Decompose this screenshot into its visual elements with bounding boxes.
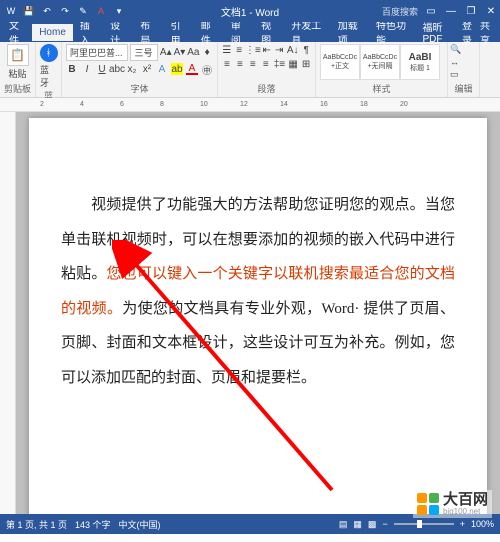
replace-button[interactable]: ↔ [450,57,477,67]
menu-home[interactable]: Home [32,24,73,41]
highlight-icon[interactable]: ab [171,63,183,75]
editing-group-label: 编辑 [450,82,477,95]
watermark: 大百网 big100.net [413,490,492,518]
underline-button[interactable]: U [96,63,108,75]
ruler-horizontal[interactable]: 2 4 6 8 10 12 14 16 18 20 [0,98,500,112]
title-bar: W 💾 ↶ ↷ ✎ A ▾ 文档1 - Word 百度搜索 ▭ — ❐ ✕ [0,0,500,22]
sort-icon[interactable]: A↓ [287,44,299,56]
style-heading1[interactable]: AaBI 标题 1 [400,44,440,80]
paste-icon[interactable]: 📋 [7,44,29,66]
styles-group-label: 样式 [320,82,443,95]
clipboard-group-label: 剪贴板 [4,82,31,95]
status-words[interactable]: 143 个字 [75,518,111,531]
clear-format-icon[interactable]: ♦ [201,47,213,59]
qa-redo[interactable]: ↷ [58,4,72,18]
view-read-icon[interactable]: ▤ [339,519,348,530]
qa-undo[interactable]: ↶ [40,4,54,18]
watermark-url: big100.net [443,507,488,516]
brush-icon[interactable]: ✎ [76,4,90,18]
ribbon-options-icon[interactable]: ▭ [424,4,438,18]
align-center-icon[interactable]: ≡ [235,58,245,70]
strike-button[interactable]: abc [111,63,123,75]
find-button[interactable]: 🔍 [450,44,477,55]
status-language[interactable]: 中文(中国) [119,518,161,531]
bold-button[interactable]: B [66,63,78,75]
style-nospacing[interactable]: AaBbCcDc +无间隔 [360,44,400,80]
bluetooth-icon[interactable]: ᚼ [40,44,58,62]
status-page[interactable]: 第 1 页, 共 1 页 [6,518,67,531]
decrease-indent-icon[interactable]: ⇤ [262,44,271,56]
font-group-label: 字体 [66,82,213,95]
qa-more-icon[interactable]: ▾ [112,4,126,18]
zoom-level[interactable]: 100% [471,519,494,529]
restore-icon[interactable]: ❐ [464,4,478,18]
zoom-out-icon[interactable]: − [382,519,387,529]
search-box[interactable]: 百度搜索 [382,5,418,18]
qa-save[interactable]: 💾 [22,4,36,18]
zoom-slider[interactable] [394,523,454,525]
ribbon: 📋 粘贴 剪贴板 ᚼ 蓝牙 蓝牙 阿里巴巴普... 三号 A▴ A▾ Aa ♦ … [0,42,500,98]
view-web-icon[interactable]: ▩ [368,519,377,530]
close-icon[interactable]: ✕ [484,4,498,18]
justify-icon[interactable]: ≡ [261,58,271,70]
font-color-icon[interactable]: A [94,4,108,18]
paragraph-group-label: 段落 [222,82,311,95]
numbering-icon[interactable]: ≡ [234,44,243,56]
align-left-icon[interactable]: ≡ [222,58,232,70]
show-marks-icon[interactable]: ¶ [302,44,311,56]
word-icon: W [4,4,18,18]
subscript-button[interactable]: x₂ [126,63,138,75]
document-area: 视频提供了功能强大的方法帮助您证明您的观点。当您单击联机视频时，可以在想要添加的… [0,112,500,514]
menu-bar: 文件 Home 插入 设计 布局 引用 邮件 审阅 视图 开发工具 加载项 特色… [0,22,500,42]
paste-button[interactable]: 粘贴 [8,67,26,80]
watermark-brand: 大百网 [443,492,488,507]
body-paragraph[interactable]: 视频提供了功能强大的方法帮助您证明您的观点。当您单击联机视频时，可以在想要添加的… [61,188,455,395]
shading-icon[interactable]: ▦ [288,58,298,70]
bullets-icon[interactable]: ☰ [222,44,231,56]
document-title: 文档1 - Word [221,4,279,19]
styles-gallery[interactable]: AaBbCcDc +正文 AaBbCcDc +无间隔 AaBI 标题 1 [320,44,443,80]
view-print-icon[interactable]: ▦ [353,519,362,530]
shrink-font-icon[interactable]: A▾ [174,47,186,59]
superscript-button[interactable]: x² [141,63,153,75]
bluetooth-label: 蓝牙 [40,63,57,89]
align-right-icon[interactable]: ≡ [248,58,258,70]
minimize-icon[interactable]: — [444,4,458,18]
multilevel-icon[interactable]: ⋮≡ [247,44,259,56]
watermark-logo-icon [417,493,439,515]
change-case-icon[interactable]: Aa [187,47,199,59]
style-normal[interactable]: AaBbCcDc +正文 [320,44,360,80]
italic-button[interactable]: I [81,63,93,75]
ruler-vertical[interactable] [0,112,16,514]
zoom-in-icon[interactable]: + [460,519,465,529]
text-effects-icon[interactable]: A [156,63,168,75]
borders-icon[interactable]: ⊞ [301,58,311,70]
line-spacing-icon[interactable]: ‡≡ [274,58,285,70]
grow-font-icon[interactable]: A▴ [160,47,172,59]
font-color-button[interactable]: A [186,63,198,75]
document-page[interactable]: 视频提供了功能强大的方法帮助您证明您的观点。当您单击联机视频时，可以在想要添加的… [29,118,487,514]
enclose-char-icon[interactable]: ㊥ [201,63,213,75]
select-button[interactable]: ▭ [450,69,477,80]
font-size-select[interactable]: 三号 [130,44,157,61]
increase-indent-icon[interactable]: ⇥ [274,44,283,56]
font-name-select[interactable]: 阿里巴巴普... [66,44,128,61]
